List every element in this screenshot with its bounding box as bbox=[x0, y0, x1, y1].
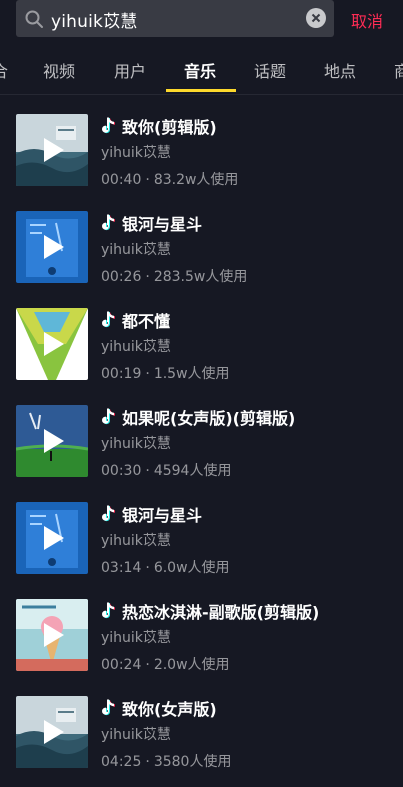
song-meta: 03:14 · 6.0w人使用 bbox=[101, 557, 230, 577]
separator-dot: · bbox=[145, 172, 150, 188]
music-result-item[interactable]: 银河与星斗 yihuik苡慧 00:26 · 283.5w人使用 bbox=[0, 205, 403, 302]
song-meta: 00:26 · 283.5w人使用 bbox=[101, 266, 247, 286]
search-bar-row: yihuik苡慧 取消 bbox=[0, 0, 403, 38]
song-title: 致你(女声版) bbox=[122, 700, 217, 719]
song-title: 致你(剪辑版) bbox=[122, 118, 217, 137]
tab-all[interactable]: 合 bbox=[0, 58, 8, 82]
separator-dot: · bbox=[145, 754, 150, 770]
play-icon[interactable] bbox=[44, 623, 64, 647]
song-duration: 04:25 bbox=[101, 754, 142, 770]
song-title-row: 热恋冰淇淋-副歌版(剪辑版) bbox=[101, 599, 319, 623]
music-note-icon bbox=[102, 311, 115, 328]
usage-count: 83.2w人使用 bbox=[153, 172, 239, 188]
song-meta: 04:25 · 3580人使用 bbox=[101, 751, 231, 771]
song-duration: 00:24 bbox=[101, 657, 142, 673]
tab-users[interactable]: 用户 bbox=[114, 58, 146, 82]
music-results-list: 致你(剪辑版) yihuik苡慧 00:40 · 83.2w人使用 银河与星斗 yi… bbox=[0, 108, 403, 787]
song-title-row: 都不懂 bbox=[101, 308, 170, 332]
album-cover[interactable] bbox=[16, 405, 88, 477]
tab-videos[interactable]: 视频 bbox=[43, 58, 75, 82]
tab-shop[interactable]: 商 bbox=[394, 58, 403, 82]
separator-dot: · bbox=[145, 269, 150, 285]
tab-music[interactable]: 音乐 bbox=[184, 58, 216, 82]
tab-topics[interactable]: 话题 bbox=[254, 58, 286, 82]
song-artist: yihuik苡慧 bbox=[101, 436, 171, 452]
usage-count: 4594人使用 bbox=[153, 463, 232, 479]
song-title: 如果呢(女声版)(剪辑版) bbox=[122, 409, 296, 428]
song-duration: 00:19 bbox=[101, 366, 142, 382]
song-title-row: 如果呢(女声版)(剪辑版) bbox=[101, 405, 295, 429]
album-cover[interactable] bbox=[16, 696, 88, 768]
song-duration: 00:26 bbox=[101, 269, 142, 285]
usage-count: 2.0w人使用 bbox=[153, 657, 230, 673]
music-result-item[interactable]: 热恋冰淇淋-副歌版(剪辑版) yihuik苡慧 00:24 · 2.0w人使用 bbox=[0, 593, 403, 690]
separator-dot: · bbox=[145, 657, 150, 673]
separator-dot: · bbox=[145, 560, 150, 576]
album-cover[interactable] bbox=[16, 114, 88, 186]
active-tab-indicator bbox=[166, 89, 236, 92]
music-note-icon bbox=[102, 408, 115, 425]
song-artist: yihuik苡慧 bbox=[101, 630, 171, 646]
tab-places[interactable]: 地点 bbox=[324, 58, 356, 82]
song-title-row: 致你(女声版) bbox=[101, 696, 217, 720]
music-result-item[interactable]: 都不懂 yihuik苡慧 00:19 · 1.5w人使用 bbox=[0, 302, 403, 399]
song-artist: yihuik苡慧 bbox=[101, 339, 171, 355]
song-meta: 00:30 · 4594人使用 bbox=[101, 460, 231, 480]
music-result-item[interactable]: 如果呢(女声版)(剪辑版) yihuik苡慧 00:30 · 4594人使用 bbox=[0, 399, 403, 496]
search-icon bbox=[25, 10, 43, 28]
song-title: 银河与星斗 bbox=[122, 215, 203, 234]
usage-count: 3580人使用 bbox=[153, 754, 232, 770]
song-duration: 00:40 bbox=[101, 172, 142, 188]
divider bbox=[0, 94, 403, 95]
song-title: 热恋冰淇淋-副歌版(剪辑版) bbox=[122, 603, 320, 622]
album-cover[interactable] bbox=[16, 502, 88, 574]
song-meta: 00:24 · 2.0w人使用 bbox=[101, 654, 230, 674]
close-icon bbox=[311, 13, 321, 23]
search-input[interactable]: yihuik苡慧 bbox=[51, 7, 138, 32]
search-box[interactable]: yihuik苡慧 bbox=[16, 0, 334, 37]
search-tabs: 合 视频 用户 音乐 话题 地点 商 bbox=[0, 46, 403, 94]
clear-search-button[interactable] bbox=[306, 8, 326, 28]
album-cover[interactable] bbox=[16, 211, 88, 283]
album-cover[interactable] bbox=[16, 308, 88, 380]
play-icon[interactable] bbox=[44, 138, 64, 162]
music-result-item[interactable]: 致你(剪辑版) yihuik苡慧 00:40 · 83.2w人使用 bbox=[0, 108, 403, 205]
song-title-row: 银河与星斗 bbox=[101, 211, 202, 235]
music-note-icon bbox=[102, 214, 115, 231]
usage-count: 283.5w人使用 bbox=[153, 269, 248, 285]
usage-count: 1.5w人使用 bbox=[153, 366, 230, 382]
song-artist: yihuik苡慧 bbox=[101, 242, 171, 258]
play-icon[interactable] bbox=[44, 235, 64, 259]
song-title: 都不懂 bbox=[122, 312, 171, 331]
song-title-row: 致你(剪辑版) bbox=[101, 114, 217, 138]
play-icon[interactable] bbox=[44, 332, 64, 356]
cancel-button[interactable]: 取消 bbox=[351, 8, 383, 32]
music-note-icon bbox=[102, 699, 115, 716]
usage-count: 6.0w人使用 bbox=[153, 560, 230, 576]
song-duration: 03:14 bbox=[101, 560, 142, 576]
album-cover[interactable] bbox=[16, 599, 88, 671]
song-meta: 00:19 · 1.5w人使用 bbox=[101, 363, 230, 383]
play-icon[interactable] bbox=[44, 526, 64, 550]
song-artist: yihuik苡慧 bbox=[101, 727, 171, 743]
song-artist: yihuik苡慧 bbox=[101, 145, 171, 161]
music-note-icon bbox=[102, 117, 115, 134]
music-result-item[interactable]: 银河与星斗 yihuik苡慧 03:14 · 6.0w人使用 bbox=[0, 496, 403, 593]
play-icon[interactable] bbox=[44, 429, 64, 453]
song-title-row: 银河与星斗 bbox=[101, 502, 202, 526]
song-title: 银河与星斗 bbox=[122, 506, 203, 525]
play-icon[interactable] bbox=[44, 720, 64, 744]
music-note-icon bbox=[102, 602, 115, 619]
song-meta: 00:40 · 83.2w人使用 bbox=[101, 169, 238, 189]
music-note-icon bbox=[102, 505, 115, 522]
song-duration: 00:30 bbox=[101, 463, 142, 479]
song-artist: yihuik苡慧 bbox=[101, 533, 171, 549]
separator-dot: · bbox=[145, 366, 150, 382]
music-result-item[interactable]: 致你(女声版) yihuik苡慧 04:25 · 3580人使用 bbox=[0, 690, 403, 787]
separator-dot: · bbox=[145, 463, 150, 479]
